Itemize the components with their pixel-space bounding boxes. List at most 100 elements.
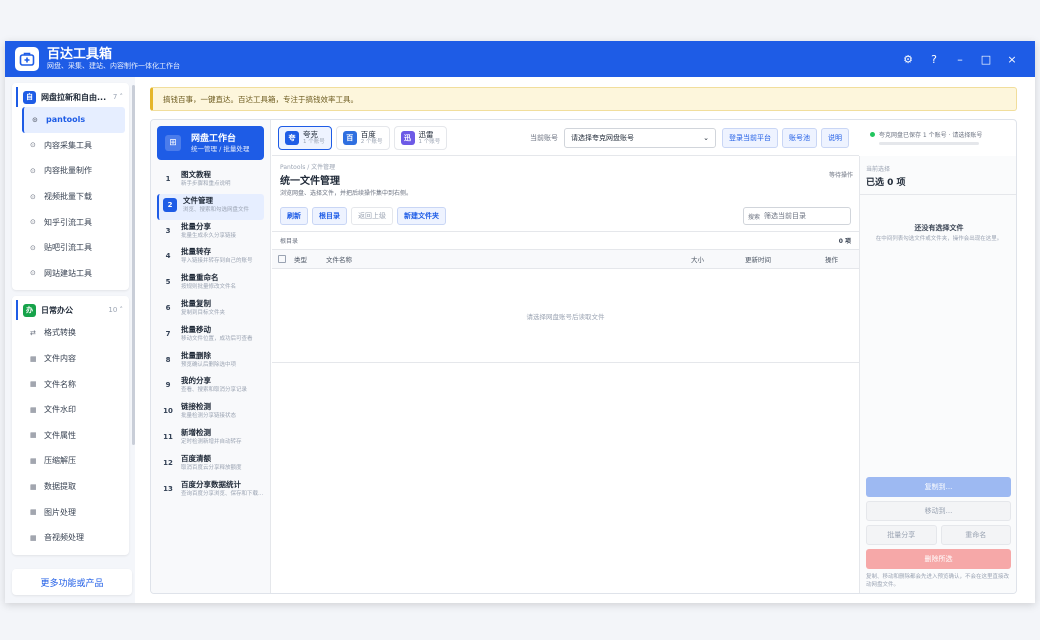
step-title: 批量复制 (181, 298, 211, 308)
drive-name: 迅雷 (418, 129, 434, 139)
col-name: 文件名称 (326, 256, 352, 264)
nav-group-header[interactable]: 自 网盘拉新和自由... 7 ˄ (16, 87, 125, 107)
step-batch-share[interactable]: 3 批量分享 批量生成永久分享链接 (157, 220, 264, 246)
sidebar-item-label: 网站建站工具 (44, 268, 92, 278)
selection-empty-title: 还没有选择文件 (914, 224, 964, 232)
item-count: 0 项 (838, 238, 851, 245)
drive-bar: 夸 夸克 1 个账号 百 百度 2 个账号 迅 迅雷 1 个账号 当前账号 请选择夸克… (272, 120, 859, 156)
grid-icon: ⊞ (165, 135, 181, 151)
sidebar-item-zhihu[interactable]: ⊙ 知乎引流工具 (22, 209, 125, 235)
select-all-checkbox[interactable] (278, 255, 286, 263)
step-number: 8 (165, 355, 171, 364)
sidebar-scrollbar[interactable] (132, 85, 135, 445)
step-batch-move[interactable]: 7 批量移动 移动文件位置，成功后可查看 (157, 323, 264, 349)
minimize-button[interactable]: – (947, 53, 973, 66)
step-batch-delete[interactable]: 8 批量删除 预览确认后删除选中项 (157, 349, 264, 375)
sidebar-item-label: 知乎引流工具 (44, 217, 92, 227)
path-row: 根目录 0 项 (272, 231, 859, 249)
help-icon[interactable]: ? (921, 53, 947, 66)
sidebar-item-tieba[interactable]: ⊙ 贴吧引流工具 (22, 235, 125, 261)
grid-icon: ▦ (30, 431, 37, 440)
copy-to-button[interactable]: 复制到... (866, 477, 1011, 497)
sidebar-item-watermark[interactable]: ▦ 文件水印 (22, 397, 125, 423)
step-new-check[interactable]: 11 新增检测 定时检测新增并自动转存 (157, 426, 264, 452)
chevron-down-icon: ⌄ (703, 133, 709, 142)
move-to-button[interactable]: 移动到... (866, 501, 1011, 521)
account-label: 当前账号 (530, 133, 558, 142)
sidebar-item-file-content[interactable]: ▦ 文件内容 (22, 346, 125, 372)
settings-icon[interactable]: ⚙ (895, 53, 921, 66)
sidebar-item-label: 贴吧引流工具 (44, 243, 92, 253)
refresh-button[interactable]: 刷新 (280, 207, 308, 225)
page-description: 浏览网盘、选择文件，并把后续操作集中到右侧。 (280, 190, 413, 197)
cloud-icon: ⊙ (32, 115, 38, 124)
sidebar-item-media[interactable]: ▦ 音视频处理 (22, 525, 125, 551)
sidebar-item-label: pantools (46, 115, 86, 125)
sidebar-item-label: 文件名称 (44, 379, 76, 389)
rename-button[interactable]: 重命名 (940, 525, 1011, 545)
step-batch-copy[interactable]: 6 批量复制 复制到目标文件夹 (157, 297, 264, 323)
selection-actions: 复制到... 移动到... 批量分享 重命名 删除所选 复制、移动和删除都会先进… (866, 477, 1011, 589)
help-button[interactable]: 说明 (821, 127, 849, 148)
grid-icon: ▦ (30, 482, 37, 491)
sidebar-item-file-name[interactable]: ▦ 文件名称 (22, 371, 125, 397)
sidebar-item-video-download[interactable]: ⊙ 视频批量下载 (22, 184, 125, 210)
batch-share-button[interactable]: 批量分享 (866, 525, 937, 545)
step-number: 13 (163, 484, 173, 493)
group-icon: 办 (23, 303, 36, 317)
sidebar-item-pantools[interactable]: ⊙ pantools (22, 107, 125, 133)
sidebar-item-image[interactable]: ▦ 图片处理 (22, 499, 125, 525)
sidebar-item-compress[interactable]: ▦ 压缩解压 (22, 448, 125, 474)
delete-selected-button[interactable]: 删除所选 (866, 549, 1011, 569)
step-desc: 查看、搜索和取消分享记录 (181, 387, 248, 394)
selection-panel: 当前选择 已选 0 项 还没有选择文件 在中间列表勾选文件或文件夹，操作会出现在… (859, 156, 1016, 593)
account-pool-button[interactable]: 账号池 (782, 127, 817, 148)
filter-placeholder: 筛选当前目录 (764, 212, 807, 220)
sidebar-item-label: 音视频处理 (44, 533, 84, 543)
step-baidu-stats[interactable]: 13 百度分享数据统计 查询百度分享浏览、保存和下载... (157, 478, 264, 504)
sidebar-item-content-make[interactable]: ⊙ 内容批量制作 (22, 158, 125, 184)
new-folder-button[interactable]: 新建文件夹 (397, 207, 446, 225)
step-baidu-clear[interactable]: 12 百度清额 取消百度云分享释放额度 (157, 452, 264, 478)
close-button[interactable]: × (999, 53, 1025, 66)
maximize-button[interactable]: □ (973, 53, 999, 66)
step-link-check[interactable]: 10 链接检测 批量检测分享链接状态 (157, 400, 264, 426)
root-dir-button[interactable]: 根目录 (312, 207, 347, 225)
step-batch-rename[interactable]: 5 批量重命名 按规则批量修改文件名 (157, 271, 264, 297)
step-desc: 按规则批量修改文件名 (181, 284, 237, 291)
filter-input[interactable]: 搜索 筛选当前目录 (743, 207, 851, 225)
login-platform-button[interactable]: 登录当前平台 (722, 127, 778, 148)
nav-group-count[interactable]: 10 ˄ (108, 306, 125, 314)
step-number: 9 (165, 381, 171, 390)
back-button[interactable]: 返回上级 (351, 207, 393, 225)
more-products-button[interactable]: 更多功能或产品 (12, 569, 132, 595)
app-title: 百达工具箱 (47, 46, 113, 62)
workbench-subtitle: 统一管理 / 批量处理 (191, 144, 250, 153)
step-number: 4 (165, 252, 171, 261)
sidebar-item-website[interactable]: ⊙ 网站建站工具 (22, 261, 125, 287)
step-tutorial[interactable]: 1 图文教程 新手步骤和重点说明 (157, 168, 264, 194)
grid-icon: ▦ (30, 508, 37, 517)
drive-tab-xunlei[interactable]: 迅 迅雷 1 个账号 (393, 125, 448, 150)
drive-count: 2 个账号 (360, 138, 383, 145)
step-batch-save[interactable]: 4 批量转存 导入链接并转存到自己的账号 (157, 245, 264, 271)
sidebar-item-format[interactable]: ⇄ 格式转换 (22, 320, 125, 346)
nav-group-header[interactable]: 办 日常办公 10 ˄ (16, 300, 125, 321)
account-select[interactable]: 请选择夸克网盘账号 ⌄ (564, 127, 716, 148)
grid-icon: ▦ (30, 380, 37, 389)
selection-empty: 还没有选择文件 在中间列表勾选文件或文件夹，操作会出现在这里。 (866, 223, 1012, 243)
sidebar-item-attributes[interactable]: ▦ 文件属性 (22, 423, 125, 449)
tool-icon: ⊙ (30, 166, 36, 175)
account-status: 夸克网盘已保存 1 个账号 · 请选择账号 (862, 120, 1016, 156)
drive-tab-quark[interactable]: 夸 夸克 1 个账号 (278, 125, 332, 150)
nav-group-count[interactable]: 7 ˄ (113, 93, 125, 101)
table-header: 类型 文件名称 大小 更新时间 操作 (272, 249, 859, 269)
drive-tab-baidu[interactable]: 百 百度 2 个账号 (335, 125, 390, 150)
step-my-share[interactable]: 9 我的分享 查看、搜索和取消分享记录 (157, 374, 264, 400)
status-text: 夸克网盘已保存 1 个账号 · 请选择账号 (879, 132, 983, 139)
step-file-manage[interactable]: 2 文件管理 浏览、搜索和勾选网盘文件 (157, 193, 264, 220)
nav-group-title: 网盘拉新和自由... (41, 92, 107, 102)
sidebar-item-extract[interactable]: ▦ 数据提取 (22, 474, 125, 500)
sidebar-item-content-collect[interactable]: ⊙ 内容采集工具 (22, 133, 125, 159)
col-size: 大小 (691, 256, 704, 264)
